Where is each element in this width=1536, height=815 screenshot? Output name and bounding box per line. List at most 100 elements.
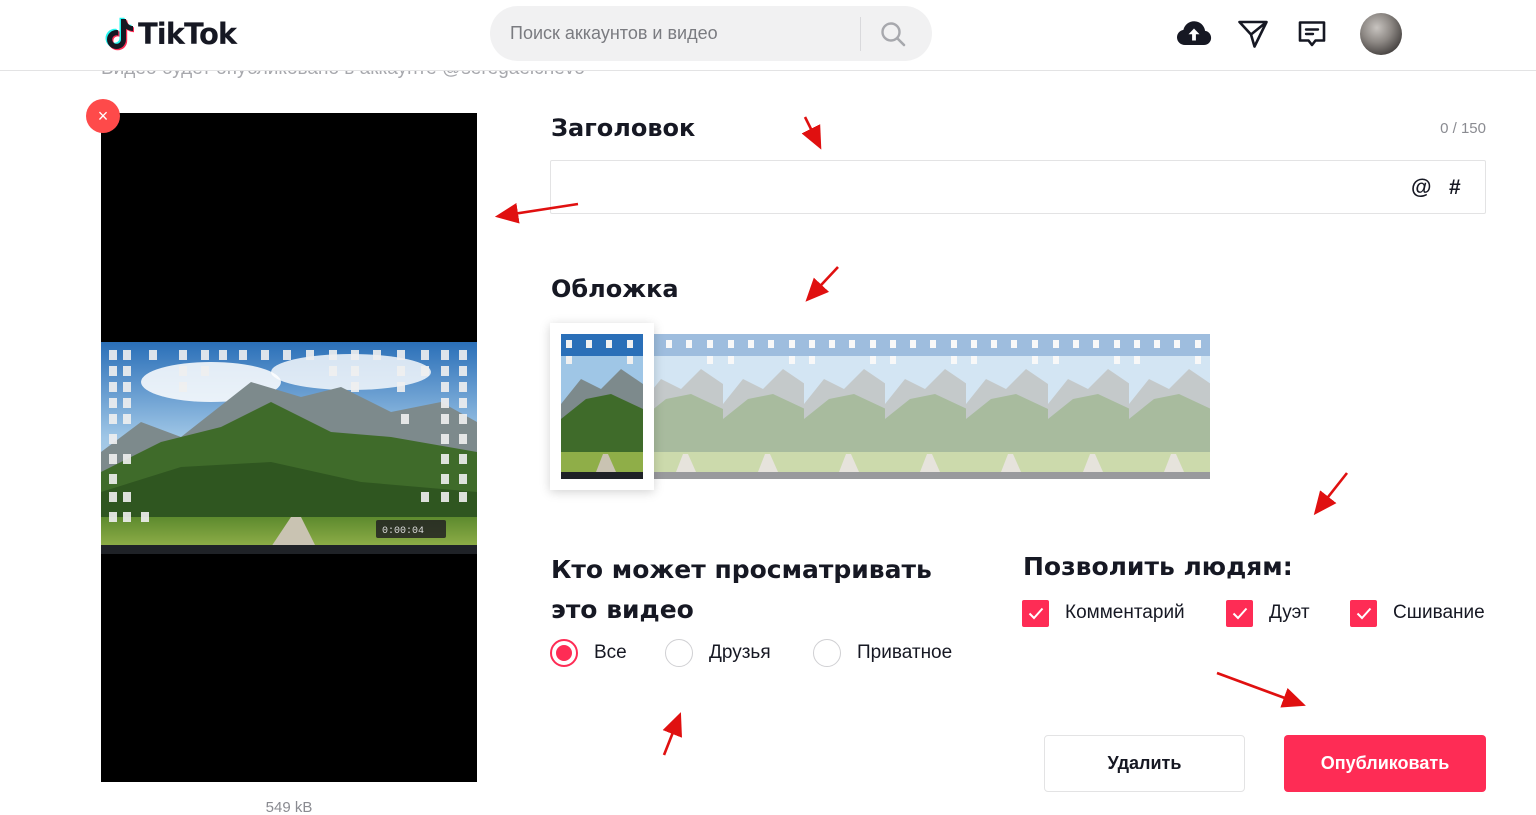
caption-counter: 0 / 150: [1440, 120, 1486, 137]
privacy-label: Кто может просматривать это видео: [551, 555, 932, 624]
desktop-file-icon: [441, 434, 449, 444]
upload-button[interactable]: [1174, 14, 1214, 54]
top-header: TikTok: [0, 0, 1536, 71]
inbox-button[interactable]: [1292, 14, 1332, 54]
desktop-file-icon: [351, 382, 359, 392]
desktop-file-icon: [459, 454, 467, 464]
desktop-file-icon: [141, 512, 149, 522]
checkbox-comments[interactable]: [1022, 599, 1049, 627]
desktop-file-icon: [401, 414, 409, 424]
mention-button[interactable]: @: [1411, 176, 1431, 200]
desktop-file-icon: [351, 366, 359, 376]
desktop-file-icon: [123, 512, 131, 522]
annotation-arrow: [801, 116, 822, 150]
cover-thumbnail[interactable]: [1128, 334, 1210, 479]
desktop-file-icon: [397, 350, 405, 360]
checkbox-duet[interactable]: [1226, 599, 1253, 627]
desktop-file-icon: [201, 366, 209, 376]
publish-button[interactable]: Опубликовать: [1284, 735, 1486, 792]
remove-video-button[interactable]: ×: [86, 99, 120, 133]
logo-text: TikTok: [138, 17, 237, 51]
desktop-file-icon: [123, 366, 131, 376]
desktop-file-icon: [179, 350, 187, 360]
video-preview[interactable]: 0:00:04: [101, 113, 477, 782]
desktop-file-icon: [239, 350, 247, 360]
desktop-file-icon: [373, 350, 381, 360]
desktop-file-icon: [397, 382, 405, 392]
desktop-file-icon: [459, 492, 467, 502]
desktop-file-icon: [201, 350, 209, 360]
desktop-file-icon: [329, 366, 337, 376]
checkmark-icon: [1356, 607, 1371, 619]
annotation-arrow: [1313, 472, 1349, 516]
search-input[interactable]: [490, 6, 860, 61]
desktop-file-icon: [109, 474, 117, 484]
desktop-file-icon: [459, 434, 467, 444]
privacy-option-friends[interactable]: Друзья: [665, 638, 771, 668]
inbox-message-icon: [1298, 21, 1326, 47]
desktop-file-icon: [397, 366, 405, 376]
caption-label: Заголовок: [551, 114, 696, 142]
desktop-file-icon: [123, 454, 131, 464]
delete-button[interactable]: Удалить: [1044, 735, 1245, 792]
desktop-file-icon: [109, 512, 117, 522]
cover-thumbnail[interactable]: [803, 334, 885, 479]
checkmark-icon: [1232, 607, 1247, 619]
desktop-file-icon: [123, 382, 131, 392]
annotation-arrow: [805, 266, 839, 302]
desktop-file-icon: [109, 350, 117, 360]
desktop-file-icon: [179, 382, 187, 392]
radio-friends[interactable]: [665, 639, 693, 667]
cover-thumbnail[interactable]: [1047, 334, 1129, 479]
desktop-landscape-screenshot: 0:00:04: [101, 342, 477, 554]
radio-all[interactable]: [550, 639, 578, 667]
checkbox-stitch[interactable]: [1350, 599, 1377, 627]
desktop-file-icon: [109, 398, 117, 408]
desktop-file-icon: [441, 454, 449, 464]
desktop-file-icon: [441, 492, 449, 502]
allow-option-comments[interactable]: Комментарий: [1022, 599, 1185, 627]
video-timer-text: 0:00:04: [382, 526, 424, 537]
send-icon: [1238, 20, 1268, 48]
desktop-file-icon: [219, 350, 227, 360]
cover-strip[interactable]: [560, 334, 1210, 479]
allow-option-duet[interactable]: Дуэт: [1226, 599, 1310, 627]
cover-selected-frame[interactable]: [550, 323, 654, 490]
search-button[interactable]: [861, 6, 925, 61]
cover-thumbnail[interactable]: [966, 334, 1048, 479]
cover-thumbnail[interactable]: [885, 334, 967, 479]
allow-option-label: Дуэт: [1269, 602, 1310, 623]
hashtag-button[interactable]: #: [1449, 176, 1461, 200]
privacy-option-label: Друзья: [709, 642, 771, 663]
annotation-arrow: [1216, 671, 1306, 708]
desktop-file-icon: [329, 350, 337, 360]
desktop-file-icon: [421, 366, 429, 376]
desktop-file-icon: [441, 382, 449, 392]
desktop-file-icon: [441, 474, 449, 484]
allow-option-label: Сшивание: [1393, 602, 1485, 623]
desktop-file-icon: [441, 350, 449, 360]
cover-thumbnail[interactable]: [722, 334, 804, 479]
radio-private[interactable]: [813, 639, 841, 667]
desktop-file-icon: [109, 414, 117, 424]
allow-option-stitch[interactable]: Сшивание: [1350, 599, 1485, 627]
allow-option-label: Комментарий: [1065, 602, 1185, 623]
upload-cloud-icon: [1177, 21, 1212, 45]
cover-selected-thumbnail: [561, 334, 643, 479]
privacy-option-label: Приватное: [857, 642, 953, 663]
desktop-file-icon: [123, 398, 131, 408]
caption-input[interactable]: [551, 161, 1391, 213]
desktop-file-icon: [123, 350, 131, 360]
desktop-file-icon: [421, 492, 429, 502]
search-icon: [881, 21, 906, 46]
privacy-option-all[interactable]: Все: [550, 638, 627, 668]
user-avatar[interactable]: [1360, 13, 1402, 55]
messages-button[interactable]: [1233, 14, 1273, 54]
desktop-file-icon: [306, 350, 314, 360]
privacy-option-private[interactable]: Приватное: [813, 638, 952, 668]
tiktok-logo[interactable]: TikTok: [104, 14, 237, 54]
desktop-file-icon: [123, 492, 131, 502]
desktop-file-icon: [459, 366, 467, 376]
desktop-file-icon: [109, 382, 117, 392]
video-frame: 0:00:04: [101, 342, 477, 554]
